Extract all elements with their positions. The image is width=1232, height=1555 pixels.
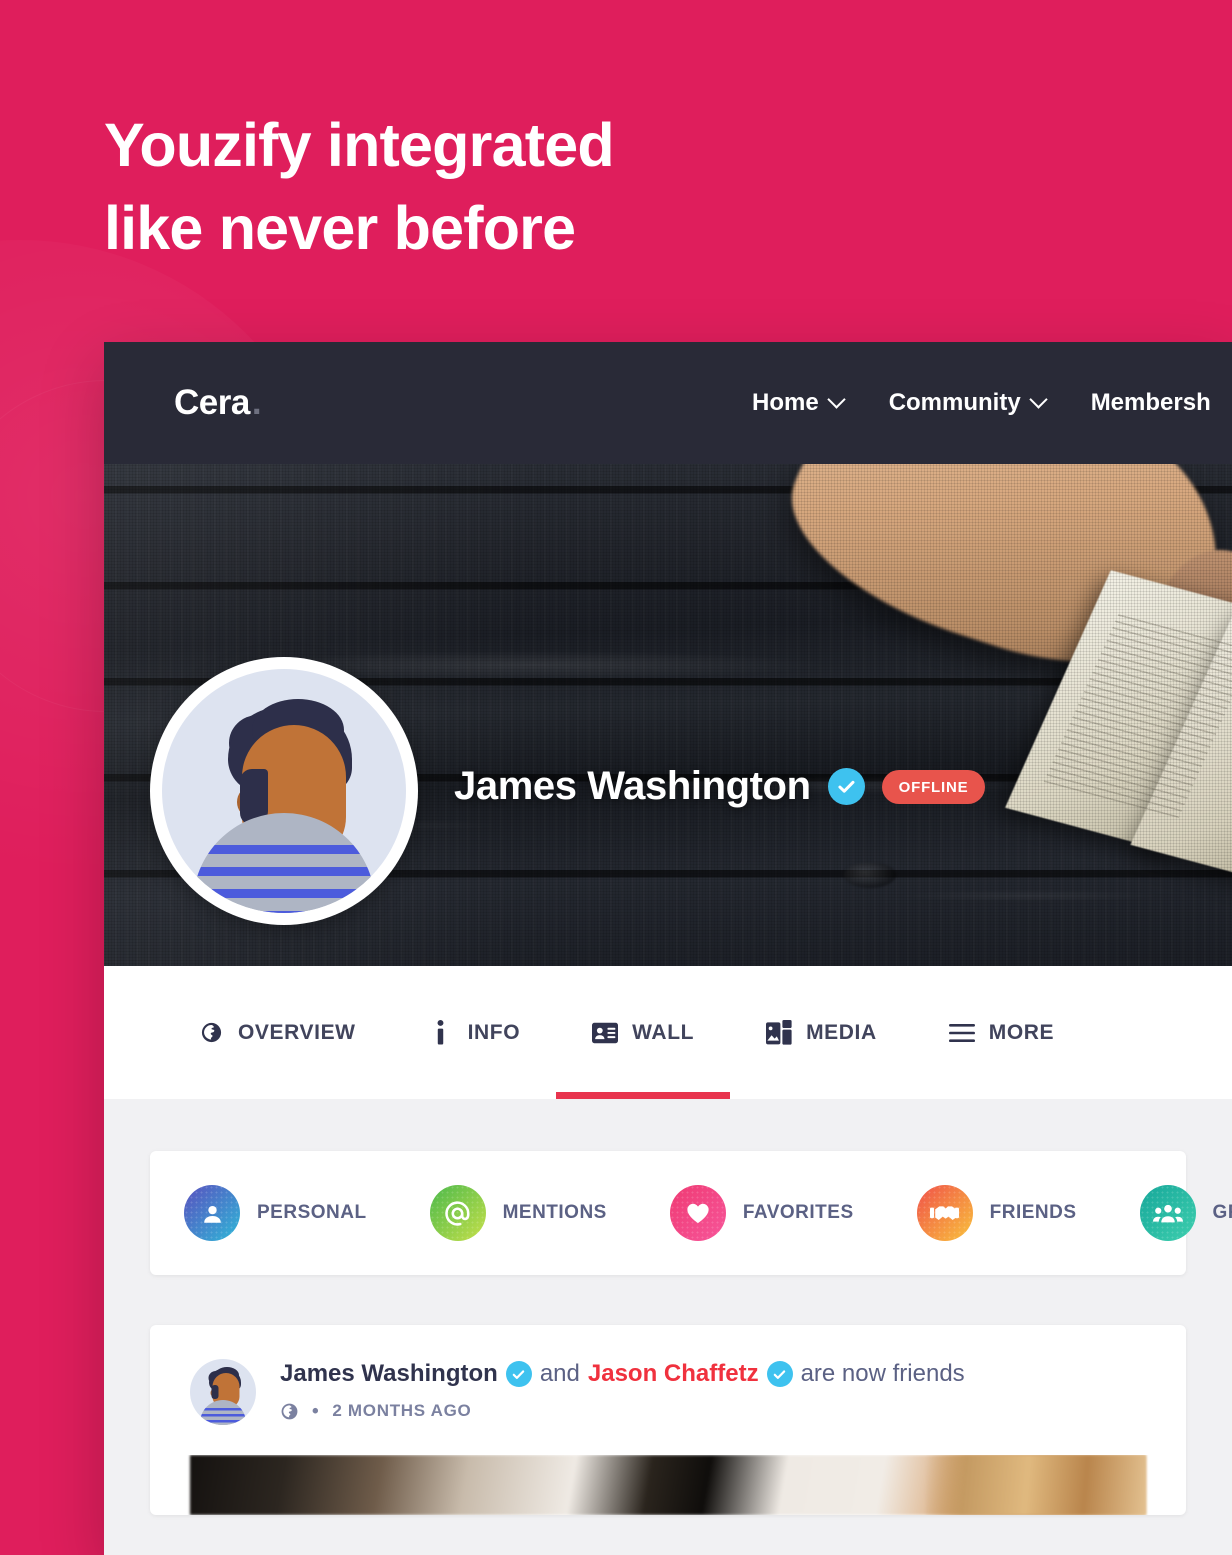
status-badge: OFFLINE: [881, 769, 986, 804]
activity-suffix: are now friends: [800, 1360, 965, 1387]
filter-favorites-label: FAVORITES: [742, 1202, 854, 1223]
nav-item-memberships-label: Membersh: [1090, 389, 1211, 416]
verified-badge-icon: [827, 768, 865, 805]
at-sign-icon: [429, 1185, 486, 1241]
verified-badge-icon: [505, 1361, 532, 1387]
avatar-illustration-icon: [162, 669, 406, 913]
tab-media[interactable]: MEDIA: [730, 966, 913, 1099]
activity-connector: and: [539, 1360, 580, 1387]
people-group-icon: [1139, 1185, 1196, 1241]
activity-text: James Washington and Jason Chaffetz are …: [280, 1359, 1146, 1389]
info-icon: [428, 1020, 454, 1046]
profile-avatar[interactable]: [150, 657, 418, 925]
profile-tabbar: OVERVIEW INFO WALL MEDIA MORE: [104, 966, 1232, 1099]
filter-personal-label: PERSONAL: [257, 1202, 367, 1223]
attachment-photo-subject: [926, 1455, 1146, 1515]
nav-menu: Home Community Membersh: [752, 342, 1211, 464]
filter-friends-label: FRIENDS: [989, 1202, 1077, 1223]
filter-groups-label: GROUPS: [1212, 1202, 1232, 1223]
tab-overview-label: OVERVIEW: [238, 1020, 356, 1044]
nav-item-community[interactable]: Community: [888, 389, 1048, 417]
verified-badge-icon: [766, 1361, 793, 1387]
tab-wall[interactable]: WALL: [556, 966, 730, 1099]
tab-more-label: MORE: [988, 1020, 1055, 1044]
hamburger-icon: [948, 1020, 975, 1046]
handshake-icon: [916, 1185, 973, 1241]
profile-name-row: James Washington OFFLINE: [454, 764, 986, 809]
filter-favorites[interactable]: FAVORITES: [669, 1185, 917, 1241]
logo-dot-icon: .: [251, 383, 262, 422]
tab-more[interactable]: MORE: [913, 966, 1090, 1099]
site-logo[interactable]: Cera .: [174, 383, 262, 423]
filter-personal[interactable]: PERSONAL: [184, 1185, 430, 1241]
nav-item-home-label: Home: [752, 389, 819, 416]
nav-item-community-label: Community: [888, 389, 1021, 416]
tab-wall-label: WALL: [632, 1020, 695, 1044]
globe-icon: [198, 1020, 224, 1046]
activity-actor-name[interactable]: James Washington: [280, 1359, 498, 1389]
promo-headline: Youzify integrated like never before: [104, 111, 615, 262]
images-icon: [766, 1020, 792, 1046]
globe-icon: [280, 1402, 299, 1421]
site-navbar: Cera . Home Community Membersh: [104, 342, 1232, 464]
activity-post: James Washington and Jason Chaffetz are …: [150, 1325, 1186, 1515]
filter-groups[interactable]: GROUPS: [1139, 1185, 1232, 1241]
activity-avatar[interactable]: [190, 1359, 256, 1425]
profile-cover: James Washington OFFLINE: [104, 464, 1232, 966]
site-logo-text: Cera: [174, 383, 250, 422]
tab-overview[interactable]: OVERVIEW: [162, 966, 392, 1099]
person-circle-icon: [184, 1185, 240, 1241]
activity-meta: • 2 MONTHS AGO: [280, 1401, 1146, 1421]
activity-header: James Washington and Jason Chaffetz are …: [190, 1359, 1146, 1425]
id-card-icon: [592, 1020, 619, 1046]
tab-info[interactable]: INFO: [392, 966, 557, 1099]
chevron-down-icon: [826, 389, 846, 409]
app-window: Cera . Home Community Membersh James Was…: [104, 342, 1232, 1555]
filter-mentions-label: MENTIONS: [502, 1202, 607, 1223]
filter-friends[interactable]: FRIENDS: [916, 1185, 1140, 1241]
profile-name: James Washington: [454, 764, 811, 808]
tab-info-label: INFO: [467, 1020, 521, 1044]
heart-icon: [669, 1185, 726, 1241]
nav-item-memberships[interactable]: Membersh: [1091, 389, 1211, 417]
chevron-down-icon: [1028, 389, 1048, 409]
activity-filter-bar: PERSONAL MENTIONS FAVORITES FRIENDS G: [150, 1151, 1232, 1275]
activity-target-name[interactable]: Jason Chaffetz: [588, 1359, 759, 1389]
tab-media-label: MEDIA: [806, 1020, 877, 1044]
profile-content: PERSONAL MENTIONS FAVORITES FRIENDS G Ja…: [104, 1099, 1232, 1555]
meta-separator: •: [312, 1400, 320, 1422]
activity-attachment[interactable]: [150, 1455, 1186, 1515]
nav-item-home[interactable]: Home: [752, 389, 846, 417]
activity-timestamp[interactable]: 2 MONTHS AGO: [332, 1401, 471, 1421]
filter-mentions[interactable]: MENTIONS: [429, 1185, 670, 1241]
